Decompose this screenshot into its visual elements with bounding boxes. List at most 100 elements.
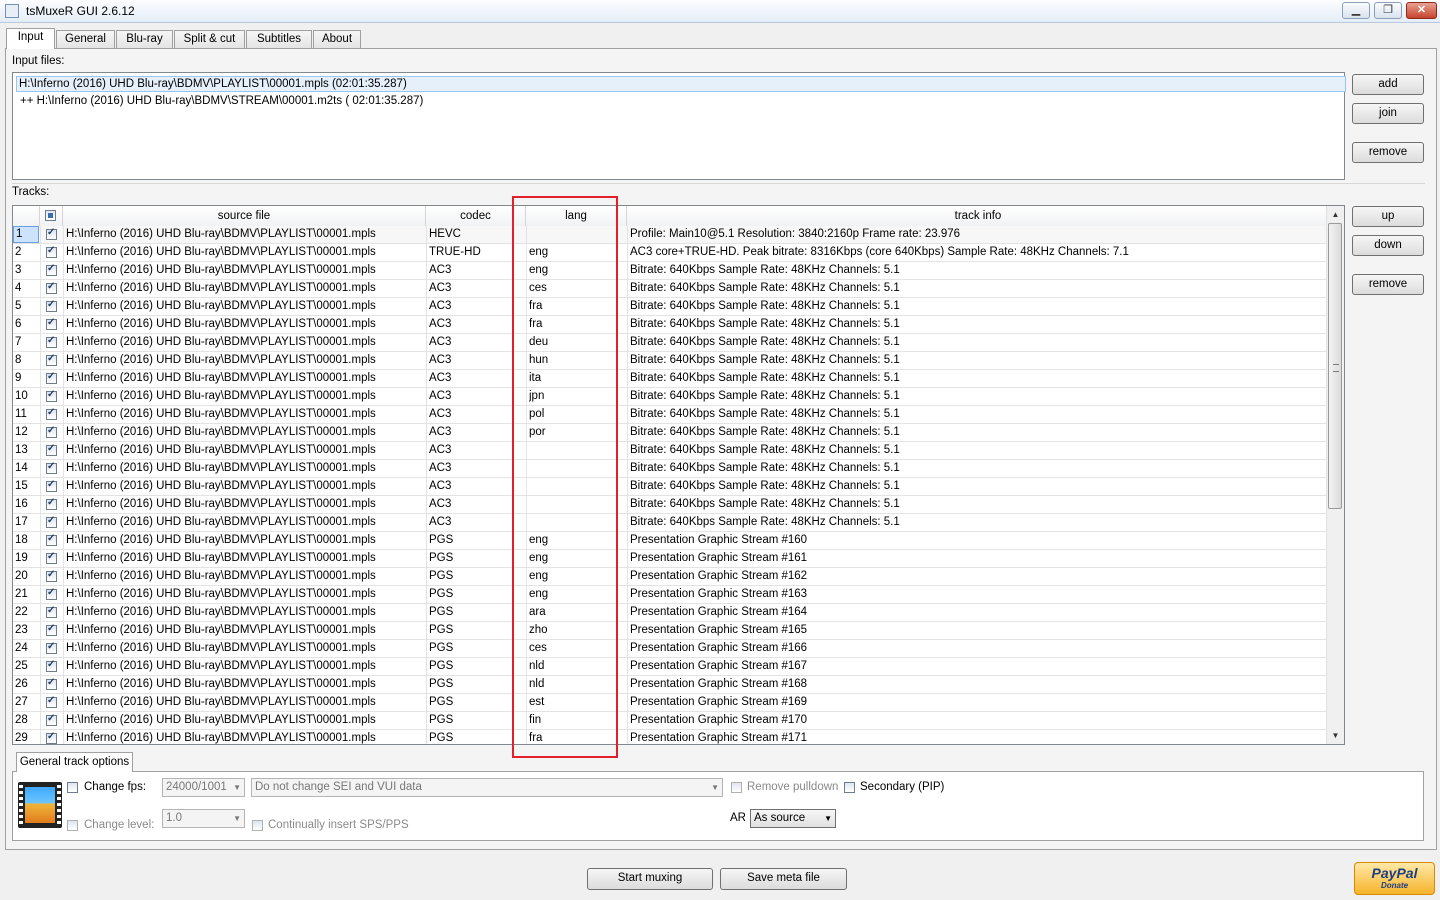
table-row[interactable]: 6 H:\Inferno (2016) UHD Blu-ray\BDMV\PLAY…	[13, 316, 1329, 334]
start-muxing-button[interactable]: Start muxing	[587, 868, 713, 890]
track-enabled-checkbox[interactable]	[46, 299, 57, 312]
row-number[interactable]: 5	[13, 298, 39, 315]
row-number[interactable]: 10	[13, 388, 39, 405]
paypal-donate-button[interactable]: PayPal Donate	[1354, 862, 1435, 895]
scroll-thumb[interactable]	[1328, 223, 1342, 509]
track-enabled-checkbox[interactable]	[46, 389, 57, 402]
track-enabled-checkbox[interactable]	[46, 623, 57, 636]
lang-cell[interactable]: fin	[529, 712, 624, 729]
table-row[interactable]: 5 H:\Inferno (2016) UHD Blu-ray\BDMV\PLAY…	[13, 298, 1329, 316]
row-number[interactable]: 9	[13, 370, 39, 387]
row-number[interactable]: 27	[13, 694, 39, 711]
ar-select[interactable]: As source ▼	[750, 809, 836, 828]
tracks-table[interactable]: source file codec lang track info 1 H:\In…	[12, 205, 1345, 745]
track-enabled-checkbox[interactable]	[46, 569, 57, 582]
row-number[interactable]: 25	[13, 658, 39, 675]
lang-cell[interactable]: eng	[529, 262, 624, 279]
lang-cell[interactable]: hun	[529, 352, 624, 369]
lang-cell[interactable]: ara	[529, 604, 624, 621]
table-row[interactable]: 10 H:\Inferno (2016) UHD Blu-ray\BDMV\PLA…	[13, 388, 1329, 406]
save-meta-file-button[interactable]: Save meta file	[720, 868, 847, 890]
row-number[interactable]: 6	[13, 316, 39, 333]
track-enabled-checkbox[interactable]	[46, 281, 57, 294]
header-track-info[interactable]: track info	[627, 206, 1329, 226]
table-row[interactable]: 3 H:\Inferno (2016) UHD Blu-ray\BDMV\PLAY…	[13, 262, 1329, 280]
track-enabled-checkbox[interactable]	[46, 515, 57, 528]
row-number[interactable]: 4	[13, 280, 39, 297]
table-row[interactable]: 12 H:\Inferno (2016) UHD Blu-ray\BDMV\PLA…	[13, 424, 1329, 442]
track-enabled-checkbox[interactable]	[46, 371, 57, 384]
table-row[interactable]: 21 H:\Inferno (2016) UHD Blu-ray\BDMV\PLA…	[13, 586, 1329, 604]
level-select[interactable]: 1.0 ▼	[162, 809, 245, 828]
track-enabled-checkbox[interactable]	[46, 335, 57, 348]
tab-input[interactable]: Input	[6, 28, 55, 49]
row-number[interactable]: 13	[13, 442, 39, 459]
lang-cell[interactable]	[529, 226, 624, 243]
row-number[interactable]: 8	[13, 352, 39, 369]
lang-cell[interactable]	[529, 442, 624, 459]
track-enabled-checkbox[interactable]	[46, 407, 57, 420]
row-number[interactable]: 2	[13, 244, 39, 261]
lang-cell[interactable]: pol	[529, 406, 624, 423]
table-row[interactable]: 4 H:\Inferno (2016) UHD Blu-ray\BDMV\PLAY…	[13, 280, 1329, 298]
track-enabled-checkbox[interactable]	[46, 461, 57, 474]
table-row[interactable]: 11 H:\Inferno (2016) UHD Blu-ray\BDMV\PLA…	[13, 406, 1329, 424]
track-enabled-checkbox[interactable]	[46, 641, 57, 654]
header-check-all[interactable]	[40, 206, 63, 226]
scroll-down-arrow-icon[interactable]: ▼	[1327, 727, 1344, 744]
row-number[interactable]: 18	[13, 532, 39, 549]
row-number[interactable]: 7	[13, 334, 39, 351]
lang-cell[interactable]: deu	[529, 334, 624, 351]
table-row[interactable]: 2 H:\Inferno (2016) UHD Blu-ray\BDMV\PLAY…	[13, 244, 1329, 262]
track-up-button[interactable]: up	[1352, 206, 1424, 227]
lang-cell[interactable]	[529, 496, 624, 513]
table-row[interactable]: 20 H:\Inferno (2016) UHD Blu-ray\BDMV\PLA…	[13, 568, 1329, 586]
track-enabled-checkbox[interactable]	[46, 425, 57, 438]
lang-cell[interactable]: fra	[529, 316, 624, 333]
table-row[interactable]: 23 H:\Inferno (2016) UHD Blu-ray\BDMV\PLA…	[13, 622, 1329, 640]
row-number[interactable]: 15	[13, 478, 39, 495]
table-row[interactable]: 18 H:\Inferno (2016) UHD Blu-ray\BDMV\PLA…	[13, 532, 1329, 550]
table-row[interactable]: 7 H:\Inferno (2016) UHD Blu-ray\BDMV\PLAY…	[13, 334, 1329, 352]
scroll-up-arrow-icon[interactable]: ▲	[1327, 206, 1344, 223]
track-down-button[interactable]: down	[1352, 235, 1424, 256]
lang-cell[interactable]: eng	[529, 568, 624, 585]
row-number[interactable]: 28	[13, 712, 39, 729]
add-file-button[interactable]: add	[1352, 74, 1424, 95]
change-fps-checkbox[interactable]	[67, 782, 78, 793]
track-enabled-checkbox[interactable]	[46, 551, 57, 564]
remove-file-button[interactable]: remove	[1352, 142, 1424, 163]
insert-sps-checkbox[interactable]	[252, 820, 263, 831]
track-enabled-checkbox[interactable]	[46, 443, 57, 456]
lang-cell[interactable]	[529, 478, 624, 495]
row-number[interactable]: 11	[13, 406, 39, 423]
track-enabled-checkbox[interactable]	[46, 659, 57, 672]
track-enabled-checkbox[interactable]	[46, 587, 57, 600]
sei-select[interactable]: Do not change SEI and VUI data ▼	[251, 778, 723, 797]
track-enabled-checkbox[interactable]	[46, 353, 57, 366]
lang-cell[interactable]: fra	[529, 730, 624, 744]
row-number[interactable]: 20	[13, 568, 39, 585]
track-enabled-checkbox[interactable]	[46, 245, 57, 258]
change-level-checkbox[interactable]	[67, 820, 78, 831]
tab-about[interactable]: About	[313, 30, 361, 48]
table-row[interactable]: 8 H:\Inferno (2016) UHD Blu-ray\BDMV\PLAY…	[13, 352, 1329, 370]
lang-cell[interactable]: eng	[529, 550, 624, 567]
row-number[interactable]: 14	[13, 460, 39, 477]
row-number[interactable]: 16	[13, 496, 39, 513]
lang-cell[interactable]	[529, 460, 624, 477]
table-row[interactable]: 22 H:\Inferno (2016) UHD Blu-ray\BDMV\PLA…	[13, 604, 1329, 622]
row-number[interactable]: 21	[13, 586, 39, 603]
table-row[interactable]: 26 H:\Inferno (2016) UHD Blu-ray\BDMV\PLA…	[13, 676, 1329, 694]
row-number[interactable]: 22	[13, 604, 39, 621]
track-enabled-checkbox[interactable]	[46, 497, 57, 510]
table-row[interactable]: 16 H:\Inferno (2016) UHD Blu-ray\BDMV\PLA…	[13, 496, 1329, 514]
lang-cell[interactable]: eng	[529, 244, 624, 261]
table-row[interactable]: 14 H:\Inferno (2016) UHD Blu-ray\BDMV\PLA…	[13, 460, 1329, 478]
lang-cell[interactable]: fra	[529, 298, 624, 315]
lang-cell[interactable]: ita	[529, 370, 624, 387]
track-enabled-checkbox[interactable]	[46, 605, 57, 618]
header-source-file[interactable]: source file	[63, 206, 426, 226]
track-enabled-checkbox[interactable]	[46, 317, 57, 330]
table-row[interactable]: 19 H:\Inferno (2016) UHD Blu-ray\BDMV\PLA…	[13, 550, 1329, 568]
